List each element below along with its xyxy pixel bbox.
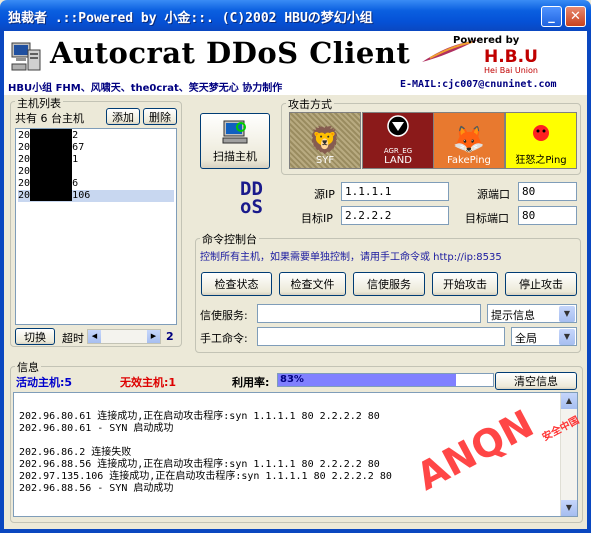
- timeout-value: 2: [166, 330, 174, 343]
- scanner-icon: [221, 119, 249, 148]
- attack-fakeping-button[interactable]: 🦊 FakePing: [433, 112, 505, 169]
- powered-by-label: Powered by: [453, 35, 520, 46]
- ping-icon: [526, 118, 556, 151]
- command-console-legend: 命令控制台: [200, 231, 259, 247]
- delete-host-button[interactable]: 删除: [143, 108, 177, 125]
- close-button[interactable]: ✕: [565, 6, 586, 27]
- timeout-slider[interactable]: ◀ ▶: [87, 329, 161, 344]
- attack-syf-label: SYF: [315, 155, 335, 166]
- attack-syf-button[interactable]: 🦁 SYF: [289, 112, 361, 169]
- scroll-up-icon[interactable]: ▲: [561, 393, 577, 409]
- stop-attack-button[interactable]: 停止攻击: [505, 272, 577, 296]
- usage-progress: 83%: [277, 373, 494, 387]
- scan-host-label: 扫描主机: [213, 149, 257, 163]
- land-logo-icon: [378, 114, 418, 147]
- dst-port-label: 目标端口: [465, 212, 509, 225]
- email-text: E-MAIL:cjc007@cnuninet.com: [400, 79, 557, 90]
- attack-ragingping-button[interactable]: 狂怒之Ping: [505, 112, 577, 169]
- src-ip-input[interactable]: 1.1.1.1: [341, 182, 449, 201]
- credits-text: HBU小组 FHM、风啸天、the0crat、笑天梦无心 协力制作: [8, 83, 283, 94]
- usage-progress-fill: [278, 374, 456, 386]
- scan-host-button[interactable]: 扫描主机: [200, 113, 270, 169]
- host-count: 共有 6 台主机: [15, 112, 84, 125]
- chevron-down-icon[interactable]: ▼: [559, 329, 575, 345]
- ddos-logo: DD oS: [240, 180, 263, 218]
- start-attack-button[interactable]: 开始攻击: [432, 272, 498, 296]
- check-status-button[interactable]: 检查状态: [201, 272, 272, 296]
- usage-label: 利用率:: [232, 376, 270, 389]
- messenger-type-select[interactable]: 提示信息 ▼: [487, 304, 577, 323]
- dst-ip-label: 目标IP: [301, 212, 333, 225]
- ddos-logo-line2: oS: [240, 196, 263, 218]
- scroll-right-icon[interactable]: ▶: [147, 330, 160, 343]
- redaction-mask: [30, 129, 72, 201]
- info-legend: 信息: [15, 359, 41, 375]
- active-hosts-label: 活动主机:5: [16, 376, 73, 389]
- attack-land-button[interactable]: AGR_EG LAND: [362, 112, 434, 169]
- host-list-legend: 主机列表: [15, 95, 63, 111]
- attack-method-legend: 攻击方式: [286, 96, 334, 112]
- src-port-input[interactable]: 80: [518, 182, 577, 201]
- scroll-left-icon[interactable]: ◀: [88, 330, 101, 343]
- attack-land-toptext: AGR_EG: [383, 147, 413, 155]
- chevron-down-icon[interactable]: ▼: [559, 306, 575, 322]
- app-title: Autocrat DDoS Client: [50, 36, 411, 70]
- manual-command-input[interactable]: [257, 327, 505, 346]
- messenger-service-button[interactable]: 信使服务: [353, 272, 425, 296]
- minimize-button[interactable]: _: [541, 6, 562, 27]
- computer-icon: [10, 40, 44, 74]
- messenger-input[interactable]: [257, 304, 481, 323]
- brand-logo: H.B.U: [484, 47, 538, 67]
- log-line: 202.96.88.56 - SYN 启动成功: [19, 483, 174, 494]
- invalid-hosts-label: 无效主机:1: [120, 376, 177, 389]
- switch-button[interactable]: 切换: [15, 328, 55, 345]
- usage-value: 83%: [280, 374, 304, 385]
- attack-fakeping-label: FakePing: [447, 155, 491, 166]
- lion-icon: 🦁: [308, 126, 342, 156]
- messenger-label: 信使服务:: [200, 309, 248, 322]
- scope-value: 全局: [515, 332, 537, 345]
- check-file-button[interactable]: 检查文件: [279, 272, 346, 296]
- messenger-type-value: 提示信息: [491, 309, 535, 322]
- attack-land-label: LAND: [384, 155, 412, 166]
- clear-info-button[interactable]: 清空信息: [495, 372, 577, 390]
- scroll-down-icon[interactable]: ▼: [561, 500, 577, 516]
- src-ip-label: 源IP: [314, 188, 335, 201]
- add-host-button[interactable]: 添加: [106, 108, 140, 125]
- attack-ragingping-label: 狂怒之Ping: [515, 155, 567, 166]
- brand-subtitle: Hei Bai Union: [484, 66, 538, 75]
- dst-port-input[interactable]: 80: [518, 206, 577, 225]
- manual-command-label: 手工命令:: [200, 332, 248, 345]
- dst-ip-input[interactable]: 2.2.2.2: [341, 206, 449, 225]
- src-port-label: 源端口: [477, 188, 510, 201]
- timeout-label: 超时: [62, 332, 84, 345]
- log-line: 202.96.80.61 - SYN 启动成功: [19, 423, 174, 434]
- fox-icon: 🦊: [452, 125, 486, 155]
- scope-select[interactable]: 全局 ▼: [511, 327, 577, 346]
- window-title: 独裁者 .::Powered by 小金::. (C)2002 HBUの梦幻小组: [8, 11, 373, 26]
- console-hint: 控制所有主机，如果需要单独控制，请用手工命令或 http://ip:8535: [200, 252, 502, 263]
